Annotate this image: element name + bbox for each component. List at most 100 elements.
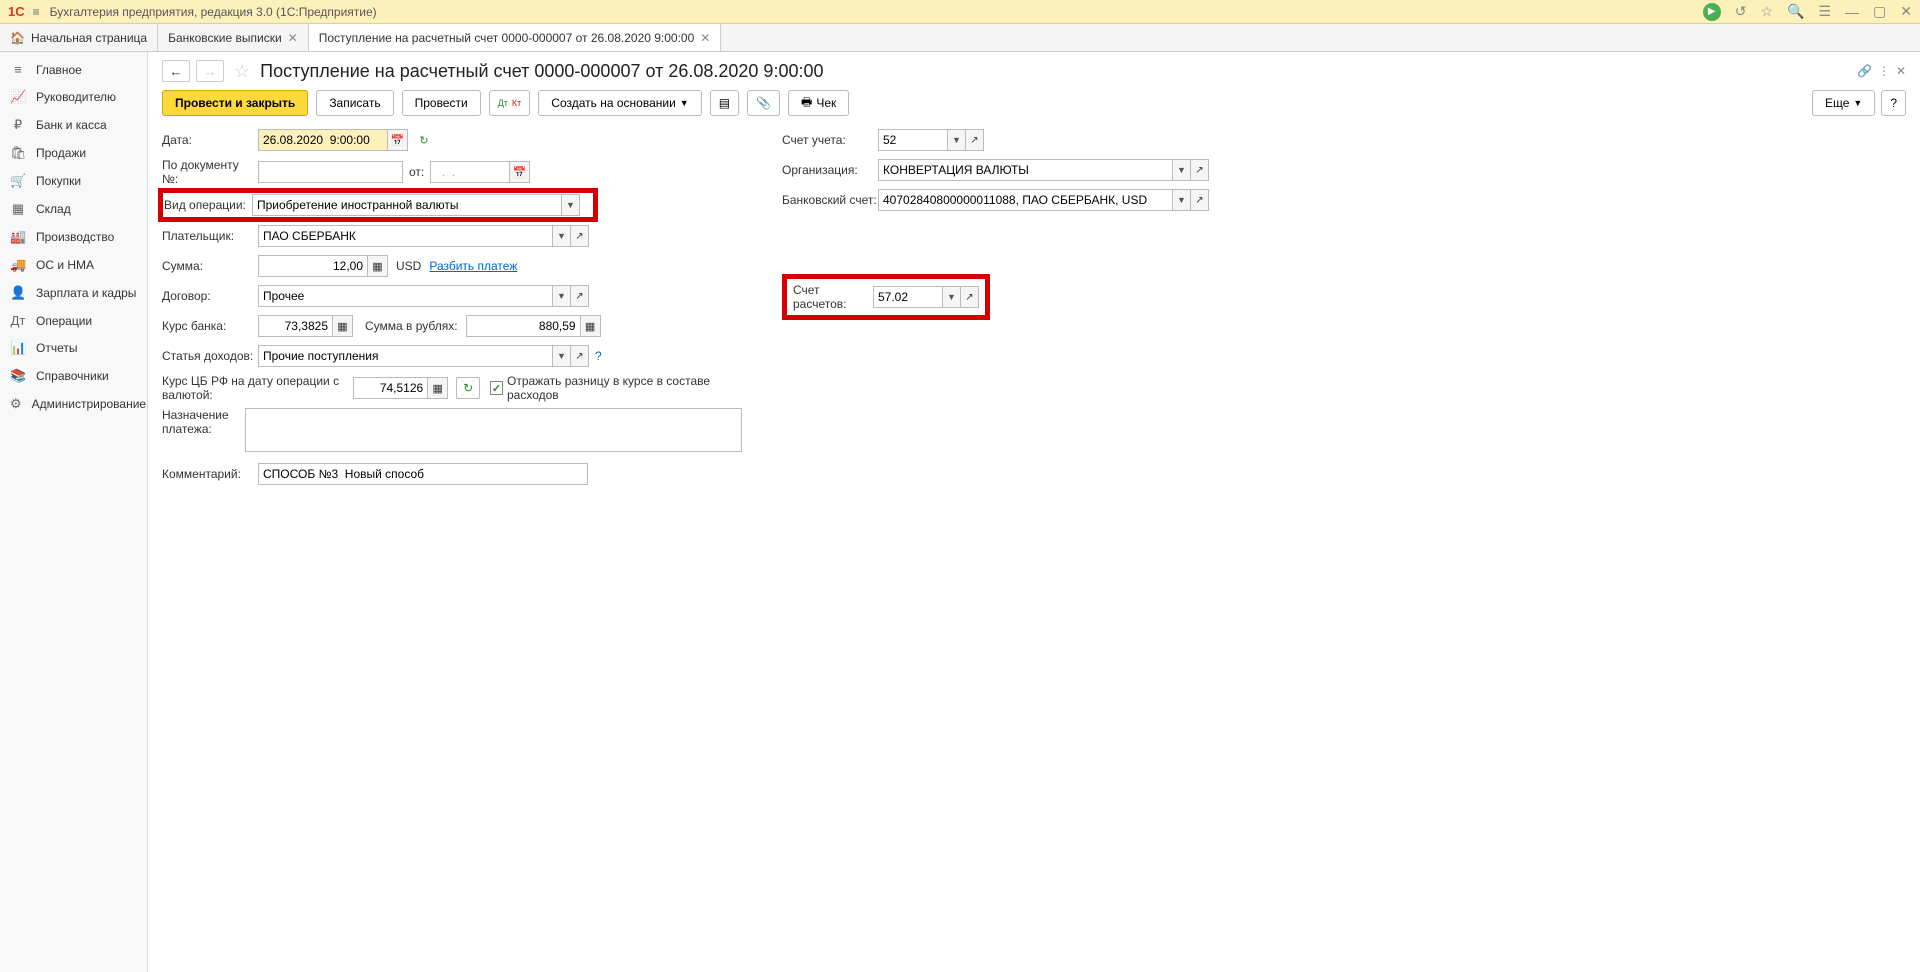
bank-rate-field[interactable] — [258, 315, 333, 337]
tabbar: 🏠 Начальная страница Банковские выписки … — [0, 24, 1920, 52]
dropdown-icon[interactable]: ▼ — [553, 225, 571, 247]
content: ← → ☆ Поступление на расчетный счет 0000… — [148, 52, 1920, 972]
sidebar-item-hr[interactable]: 👤Зарплата и кадры — [0, 279, 147, 307]
sidebar-item-main[interactable]: ≡Главное — [0, 56, 147, 83]
open-icon[interactable]: ↗ — [1191, 189, 1209, 211]
open-icon[interactable]: ↗ — [571, 225, 589, 247]
filter-icon[interactable]: ☰ — [1818, 3, 1831, 20]
dropdown-icon[interactable]: ▼ — [553, 345, 571, 367]
create-based-button[interactable]: Создать на основании ▼ — [538, 90, 701, 116]
star-icon[interactable]: ☆ — [1760, 3, 1773, 20]
bag-icon: 🛍 — [10, 145, 26, 161]
link-icon[interactable]: 🔗 — [1857, 64, 1872, 78]
open-icon[interactable]: ↗ — [571, 345, 589, 367]
sidebar-item-production[interactable]: 🏭Производство — [0, 223, 147, 251]
open-icon[interactable]: ↗ — [1191, 159, 1209, 181]
reflect-diff-checkbox[interactable]: ✓ — [490, 381, 503, 395]
search-icon[interactable]: 🔍 — [1787, 3, 1804, 20]
account-field[interactable] — [878, 129, 948, 151]
tab-bank-statements[interactable]: Банковские выписки ✕ — [158, 24, 309, 51]
menu-icon[interactable]: ≡ — [33, 5, 40, 19]
dropdown-icon[interactable]: ▼ — [553, 285, 571, 307]
amount-field[interactable] — [258, 255, 368, 277]
home-icon: 🏠 — [10, 31, 25, 45]
attach-button[interactable]: 📎 — [747, 90, 780, 116]
calculator-icon[interactable]: ▦ — [368, 255, 388, 277]
refresh-button[interactable]: ↻ — [456, 377, 480, 399]
organization-field[interactable] — [878, 159, 1173, 181]
contract-field[interactable] — [258, 285, 553, 307]
cb-rate-field[interactable] — [353, 377, 428, 399]
sidebar-label: Зарплата и кадры — [36, 286, 136, 300]
split-payment-link[interactable]: Разбить платеж — [429, 259, 517, 273]
grid-icon: ▦ — [10, 201, 26, 217]
dropdown-icon[interactable]: ▼ — [948, 129, 966, 151]
tab-home[interactable]: 🏠 Начальная страница — [0, 24, 158, 51]
cheque-button[interactable]: 🖶 Чек — [788, 90, 849, 116]
payer-field[interactable] — [258, 225, 553, 247]
from-date-field[interactable] — [430, 161, 510, 183]
calculator-icon[interactable]: ▦ — [428, 377, 448, 399]
date-field[interactable] — [258, 129, 388, 151]
amount-rub-field[interactable] — [466, 315, 581, 337]
sidebar-label: Производство — [36, 230, 114, 244]
open-icon[interactable]: ↗ — [961, 286, 979, 308]
favorite-icon[interactable]: ☆ — [234, 61, 250, 82]
tab-close-icon[interactable]: ✕ — [288, 31, 298, 45]
open-icon[interactable]: ↗ — [966, 129, 984, 151]
more-button[interactable]: Еще ▼ — [1812, 90, 1875, 116]
calculator-icon[interactable]: ▦ — [333, 315, 353, 337]
purpose-field[interactable] — [245, 408, 742, 452]
docnum-field[interactable] — [258, 161, 403, 183]
sidebar-item-bank[interactable]: ₽Банк и касса — [0, 111, 147, 139]
sidebar-item-reports[interactable]: 📊Отчеты — [0, 334, 147, 362]
close-icon[interactable]: ✕ — [1900, 3, 1912, 20]
date-action-icon[interactable]: ↻ — [414, 129, 434, 151]
dtkt-button[interactable]: ДтКт — [489, 90, 531, 116]
forward-button[interactable]: → — [196, 60, 224, 82]
sidebar-item-refs[interactable]: 📚Справочники — [0, 362, 147, 390]
more-icon[interactable]: ⋮ — [1878, 64, 1890, 78]
maximize-icon[interactable]: ▢ — [1873, 3, 1886, 20]
close-page-icon[interactable]: ✕ — [1896, 64, 1906, 78]
post-close-button[interactable]: Провести и закрыть — [162, 90, 308, 116]
tab-label: Поступление на расчетный счет 0000-00000… — [319, 31, 695, 45]
open-icon[interactable]: ↗ — [571, 285, 589, 307]
dropdown-icon[interactable]: ▼ — [943, 286, 961, 308]
sidebar-item-assets[interactable]: 🚚ОС и НМА — [0, 251, 147, 279]
dropdown-icon[interactable]: ▼ — [1173, 159, 1191, 181]
sidebar-item-sales[interactable]: 🛍Продажи — [0, 139, 147, 167]
bank-account-field[interactable] — [878, 189, 1173, 211]
back-button[interactable]: ← — [162, 60, 190, 82]
sidebar-label: Администрирование — [32, 397, 146, 411]
dropdown-icon[interactable]: ▼ — [1173, 189, 1191, 211]
comment-field[interactable] — [258, 463, 588, 485]
help-button[interactable]: ? — [1881, 90, 1906, 116]
sidebar-item-admin[interactable]: ⚙Администрирование — [0, 390, 147, 418]
sidebar-label: Покупки — [36, 174, 81, 188]
operation-type-field[interactable] — [252, 194, 562, 216]
sidebar-label: Отчеты — [36, 341, 77, 355]
minimize-icon[interactable]: — — [1845, 4, 1859, 20]
sidebar-item-purchases[interactable]: 🛒Покупки — [0, 167, 147, 195]
sidebar-label: ОС и НМА — [36, 258, 94, 272]
history-icon[interactable]: ↺ — [1735, 3, 1747, 20]
calculator-icon[interactable]: ▦ — [581, 315, 601, 337]
settlement-acct-field[interactable] — [873, 286, 943, 308]
tab-close-icon[interactable]: ✕ — [700, 31, 710, 45]
app-logo: 1C — [8, 4, 25, 19]
sidebar-item-manager[interactable]: 📈Руководителю — [0, 83, 147, 111]
related-button[interactable]: ▤ — [710, 90, 739, 116]
calendar-icon[interactable]: 📅 — [388, 129, 408, 151]
post-button[interactable]: Провести — [402, 90, 481, 116]
income-item-field[interactable] — [258, 345, 553, 367]
help-link-icon[interactable]: ? — [595, 349, 602, 363]
notification-icon[interactable]: ▶ — [1703, 3, 1721, 21]
sidebar-item-warehouse[interactable]: ▦Склад — [0, 195, 147, 223]
sidebar-label: Главное — [36, 63, 82, 77]
calendar-icon[interactable]: 📅 — [510, 161, 530, 183]
dropdown-icon[interactable]: ▼ — [562, 194, 580, 216]
save-button[interactable]: Записать — [316, 90, 393, 116]
sidebar-item-operations[interactable]: ДтОперации — [0, 307, 147, 334]
tab-receipt[interactable]: Поступление на расчетный счет 0000-00000… — [309, 24, 722, 51]
